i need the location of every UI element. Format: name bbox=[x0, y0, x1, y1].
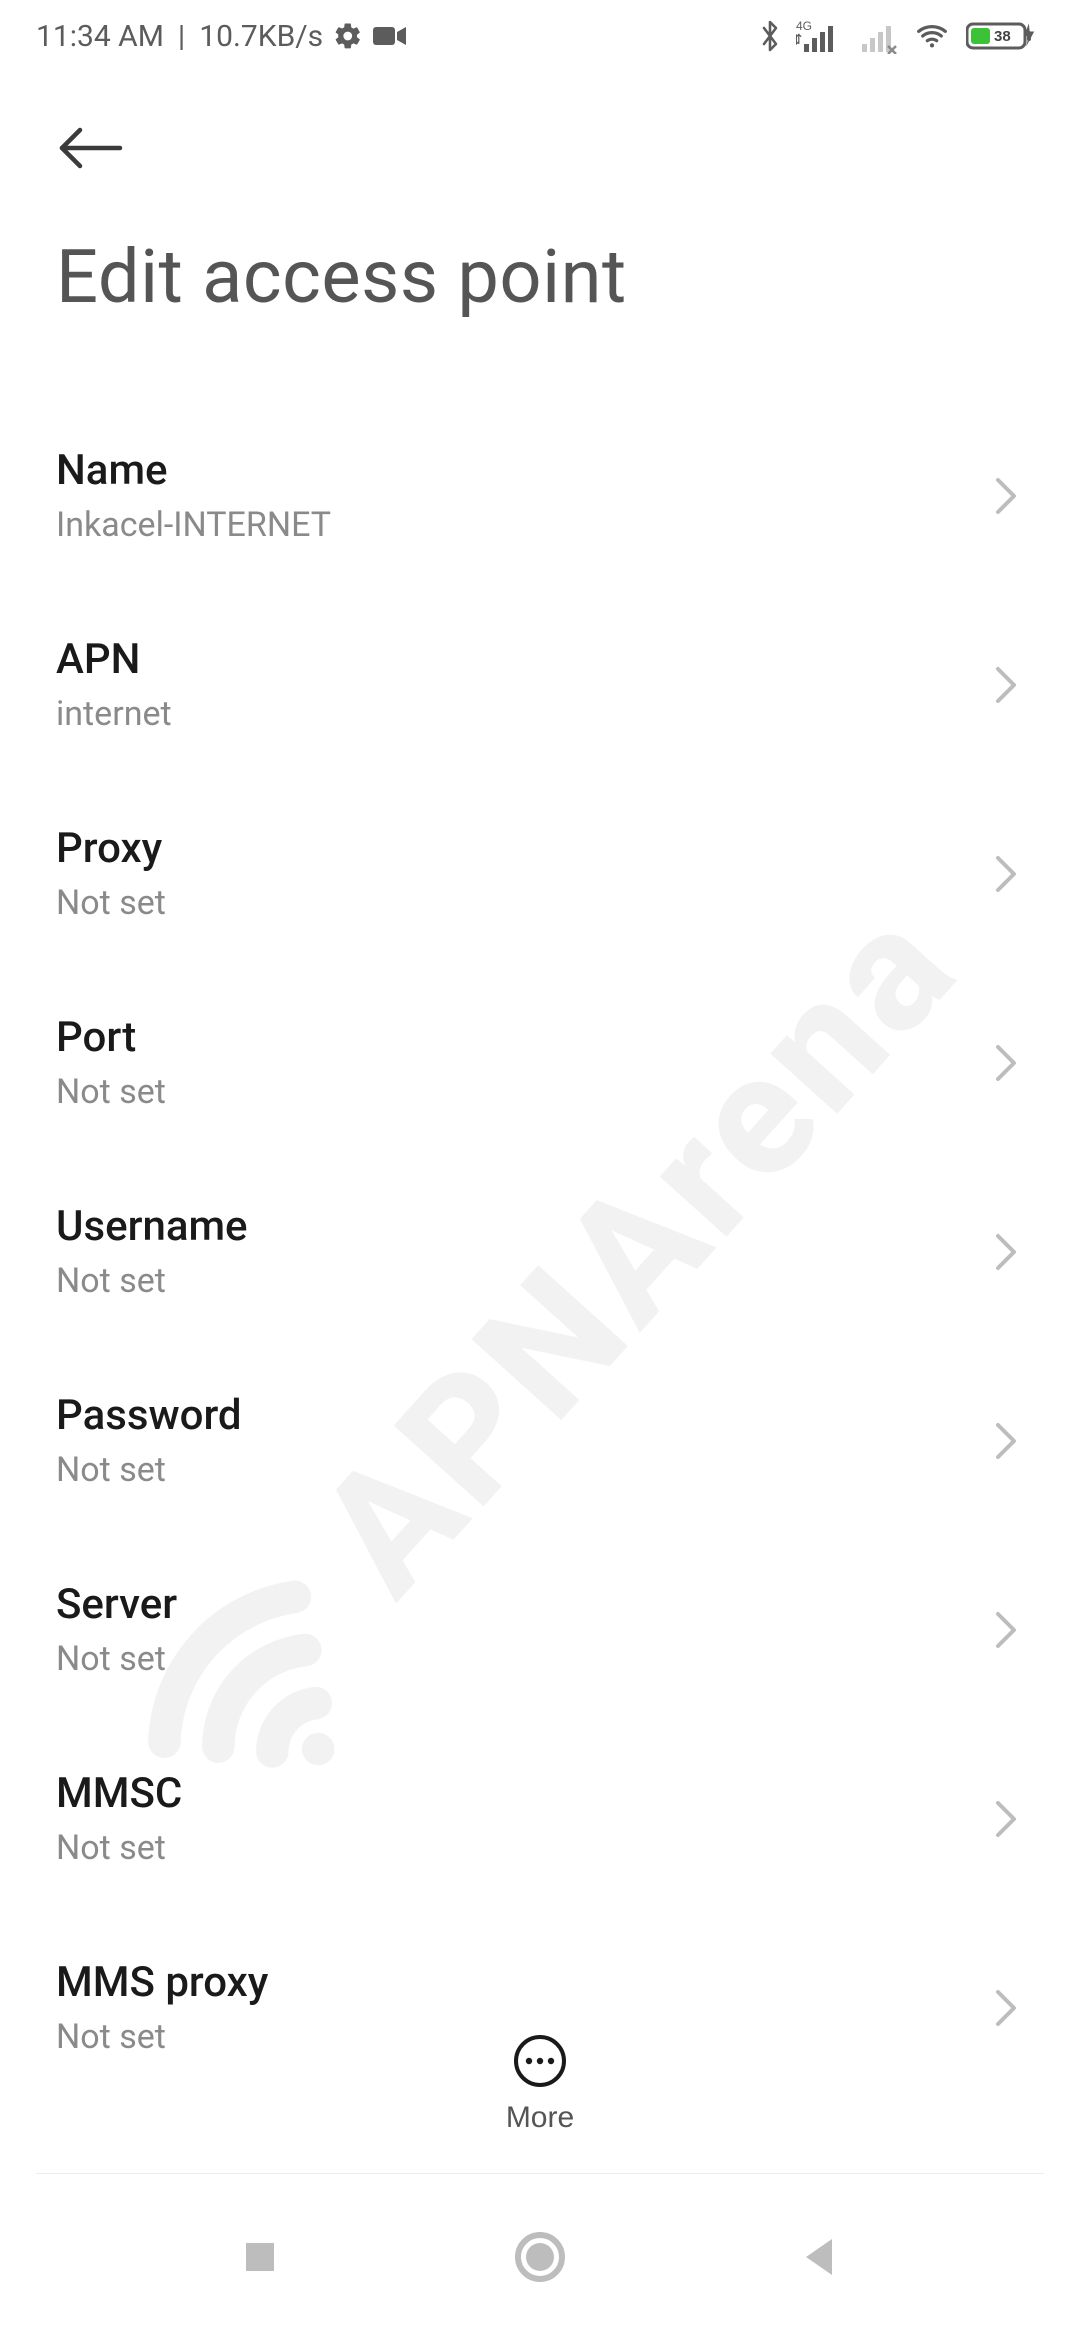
page-title: Edit access point bbox=[0, 198, 1080, 361]
chevron-right-icon bbox=[992, 1041, 1020, 1085]
setting-row-apn[interactable]: APN internet bbox=[56, 590, 1024, 779]
chevron-right-icon bbox=[992, 852, 1020, 896]
battery-percent-text: 38 bbox=[994, 28, 1011, 45]
gear-icon bbox=[333, 21, 363, 51]
setting-label: Name bbox=[56, 445, 972, 498]
wifi-icon bbox=[912, 20, 952, 52]
status-right: 4G bbox=[758, 18, 1044, 54]
setting-value: Not set bbox=[56, 2016, 972, 2059]
signal-4g-icon: 4G bbox=[796, 18, 840, 54]
square-icon bbox=[240, 2237, 280, 2277]
battery-icon: 38 bbox=[966, 18, 1044, 54]
navigation-bar bbox=[0, 2174, 1080, 2340]
signal-nosim-icon bbox=[854, 18, 898, 54]
video-camera-icon bbox=[373, 24, 407, 48]
svg-text:4G: 4G bbox=[796, 19, 812, 33]
setting-row-mmsc[interactable]: MMSC Not set bbox=[56, 1724, 1024, 1913]
chevron-right-icon bbox=[992, 1797, 1020, 1841]
nav-home-button[interactable] bbox=[480, 2207, 600, 2307]
setting-label: MMS proxy bbox=[56, 1957, 972, 2010]
setting-row-server[interactable]: Server Not set bbox=[56, 1535, 1024, 1724]
status-time: 11:34 AM bbox=[36, 19, 164, 54]
setting-label: Password bbox=[56, 1390, 972, 1443]
chevron-right-icon bbox=[992, 1230, 1020, 1274]
setting-value: Not set bbox=[56, 1638, 972, 1681]
chevron-right-icon bbox=[992, 663, 1020, 707]
setting-value: Inkacel-INTERNET bbox=[56, 504, 972, 547]
setting-row-port[interactable]: Port Not set bbox=[56, 968, 1024, 1157]
bluetooth-icon bbox=[758, 18, 782, 54]
chevron-right-icon bbox=[992, 1986, 1020, 2030]
setting-label: APN bbox=[56, 634, 972, 687]
setting-label: Server bbox=[56, 1579, 972, 1632]
nav-back-button[interactable] bbox=[760, 2207, 880, 2307]
setting-value: Not set bbox=[56, 1827, 972, 1870]
status-net-speed: 10.7KB/s bbox=[199, 19, 323, 54]
triangle-left-icon bbox=[800, 2235, 840, 2279]
arrow-left-icon bbox=[56, 124, 126, 172]
status-bar: 11:34 AM | 10.7KB/s 4G bbox=[0, 0, 1080, 72]
setting-row-name[interactable]: Name Inkacel-INTERNET bbox=[56, 401, 1024, 590]
chevron-right-icon bbox=[992, 1419, 1020, 1463]
setting-value: Not set bbox=[56, 882, 972, 925]
setting-value: Not set bbox=[56, 1071, 972, 1114]
setting-label: Port bbox=[56, 1012, 972, 1065]
chevron-right-icon bbox=[992, 1608, 1020, 1652]
setting-value: internet bbox=[56, 693, 972, 736]
setting-row-username[interactable]: Username Not set bbox=[56, 1157, 1024, 1346]
setting-value: Not set bbox=[56, 1260, 972, 1303]
status-left: 11:34 AM | 10.7KB/s bbox=[36, 19, 407, 54]
setting-row-mms-proxy[interactable]: MMS proxy Not set bbox=[56, 1913, 1024, 2102]
setting-row-password[interactable]: Password Not set bbox=[56, 1346, 1024, 1535]
setting-label: Username bbox=[56, 1201, 972, 1254]
setting-label: MMSC bbox=[56, 1768, 972, 1821]
circle-icon bbox=[514, 2231, 566, 2283]
setting-row-proxy[interactable]: Proxy Not set bbox=[56, 779, 1024, 968]
setting-label: Proxy bbox=[56, 823, 972, 876]
setting-value: Not set bbox=[56, 1449, 972, 1492]
more-label: More bbox=[506, 2101, 574, 2135]
nav-recent-button[interactable] bbox=[200, 2207, 320, 2307]
chevron-right-icon bbox=[992, 474, 1020, 518]
settings-list: Name Inkacel-INTERNET APN internet Proxy… bbox=[0, 361, 1080, 2102]
back-button[interactable] bbox=[56, 108, 136, 188]
status-separator: | bbox=[178, 19, 185, 54]
app-bar bbox=[0, 72, 1080, 198]
